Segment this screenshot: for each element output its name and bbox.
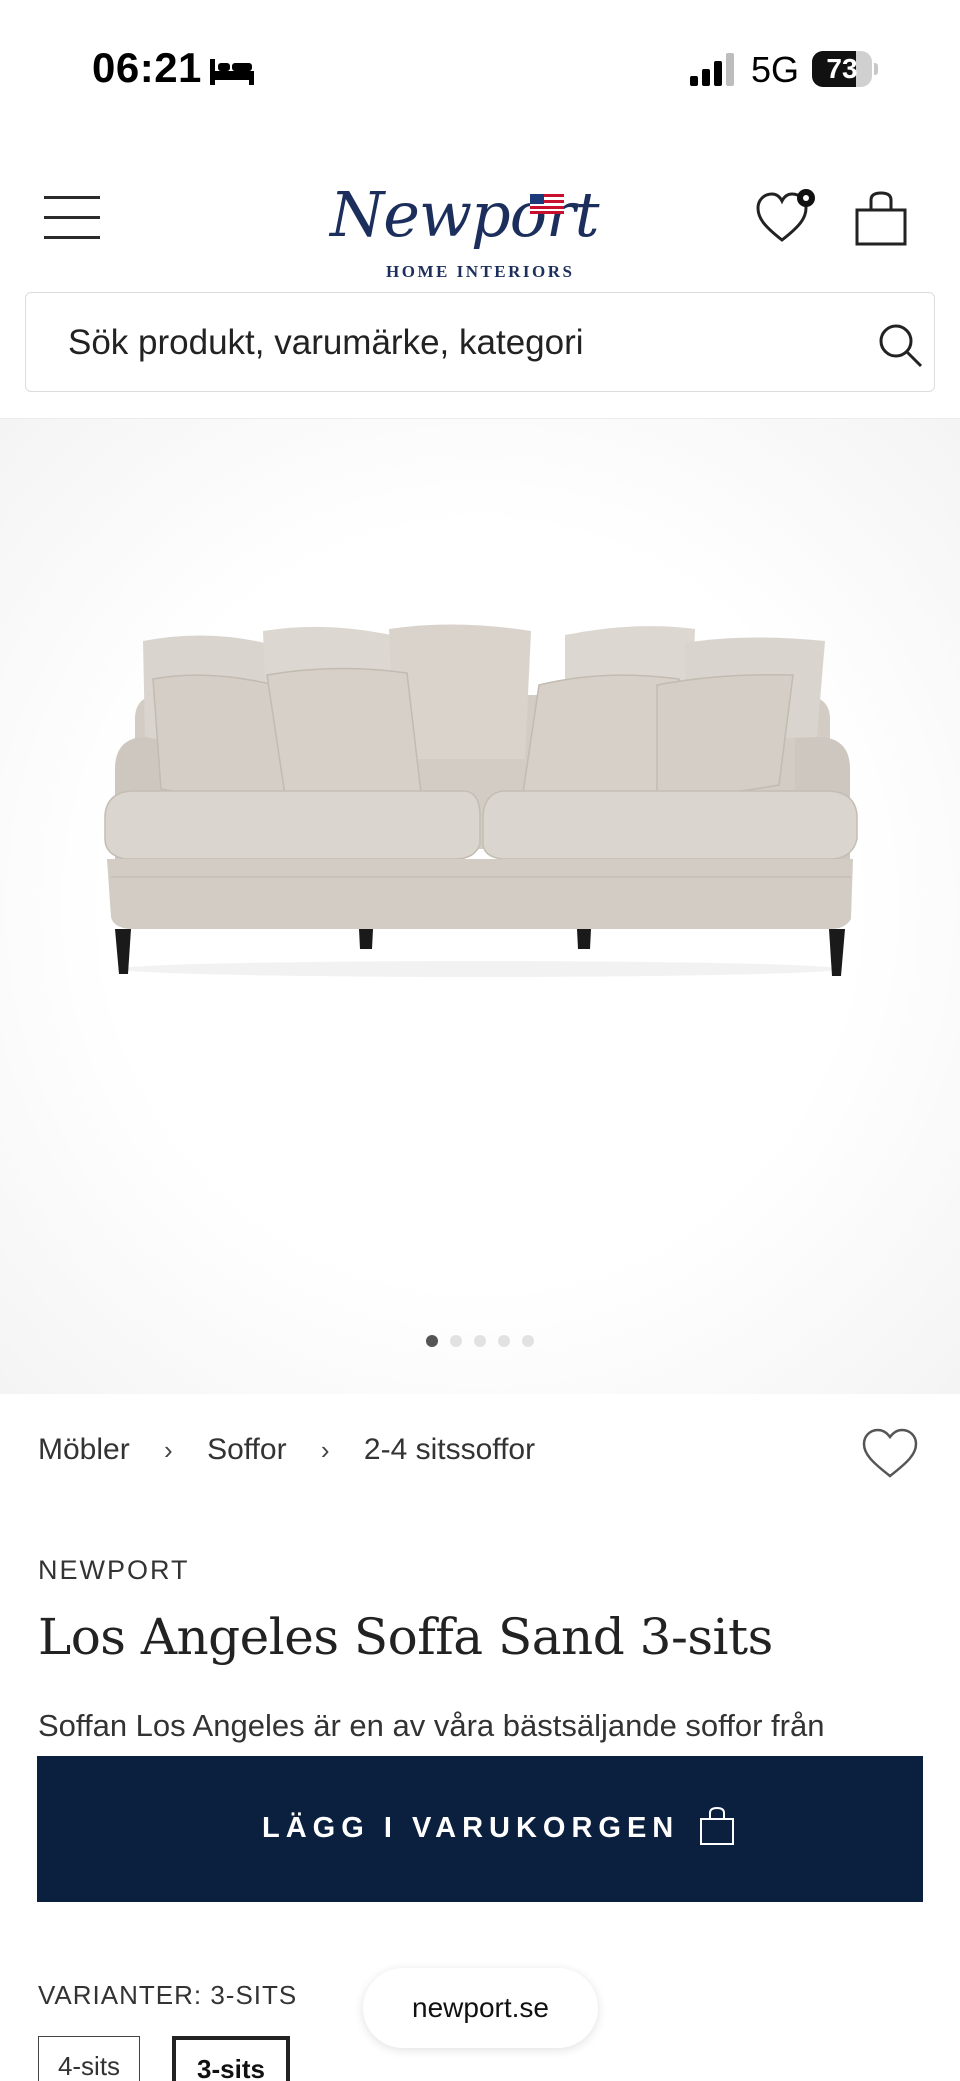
search-icon[interactable] [876, 321, 924, 369]
breadcrumb-separator: › [164, 1434, 173, 1465]
search-placeholder: Sök produkt, varumärke, kategori [68, 323, 584, 362]
newport-logo[interactable]: Newport HOME INTERIORS [320, 170, 620, 281]
gallery-dot[interactable] [498, 1335, 510, 1347]
breadcrumb: Möbler › Soffor › 2-4 sitssoffor [38, 1432, 535, 1472]
battery-indicator: 73 [812, 51, 878, 87]
product-brand[interactable]: NEWPORT [38, 1555, 190, 1586]
gallery-dot[interactable] [522, 1335, 534, 1347]
status-time: 06:21 [92, 44, 202, 91]
search-input[interactable]: Sök produkt, varumärke, kategori [25, 292, 935, 392]
breadcrumb-item-mobler[interactable]: Möbler [38, 1433, 130, 1467]
shopping-bag-icon [700, 1806, 734, 1845]
wishlist-heart-icon[interactable] [754, 188, 816, 246]
variant-label: 4-sits [57, 2051, 121, 2081]
variant-option-4-sits[interactable]: 4-sits [38, 2036, 140, 2081]
logo-wordmark: Newport [330, 178, 600, 251]
sleep-focus-icon [210, 59, 254, 85]
product-image-sofa [104, 624, 858, 977]
cellular-signal-icon [690, 53, 734, 86]
logo-subtitle: HOME INTERIORS [386, 262, 575, 281]
status-bar: 06:21 5G 73 [0, 0, 960, 120]
gallery-dot[interactable] [450, 1335, 462, 1347]
gallery-dot[interactable] [426, 1335, 438, 1347]
variant-label: 3-sits [197, 2054, 265, 2081]
shopping-bag-icon[interactable] [854, 190, 908, 246]
add-to-cart-button[interactable]: LÄGG I VARUKORGEN [37, 1756, 923, 1902]
hamburger-menu-icon[interactable] [44, 196, 100, 240]
variants-label: VARIANTER: 3-SITS [38, 1980, 298, 2010]
browser-url-pill[interactable]: newport.se [363, 1968, 598, 2048]
product-title: Los Angeles Soffa Sand 3-sits [38, 1608, 773, 1666]
product-description: Soffan Los Angeles är en av våra bästsäl… [38, 1708, 825, 1743]
breadcrumb-separator: › [320, 1434, 330, 1465]
variant-option-3-sits[interactable]: 3-sits [172, 2036, 290, 2081]
site-header: Newport HOME INTERIORS [0, 150, 960, 281]
add-to-cart-label: LÄGG I VARUKORGEN [262, 1812, 680, 1844]
us-flag-icon [530, 194, 564, 214]
breadcrumb-item-sitssoffor[interactable]: 2-4 sitssoffor [364, 1433, 535, 1467]
breadcrumb-item-soffor[interactable]: Soffor [207, 1433, 287, 1467]
add-to-wishlist-heart-icon[interactable] [860, 1426, 920, 1482]
network-type: 5G [751, 49, 800, 90]
battery-percent: 73 [826, 53, 858, 84]
gallery-dot[interactable] [474, 1335, 486, 1347]
product-image-gallery[interactable] [0, 418, 960, 1394]
gallery-pagination [0, 1334, 960, 1354]
